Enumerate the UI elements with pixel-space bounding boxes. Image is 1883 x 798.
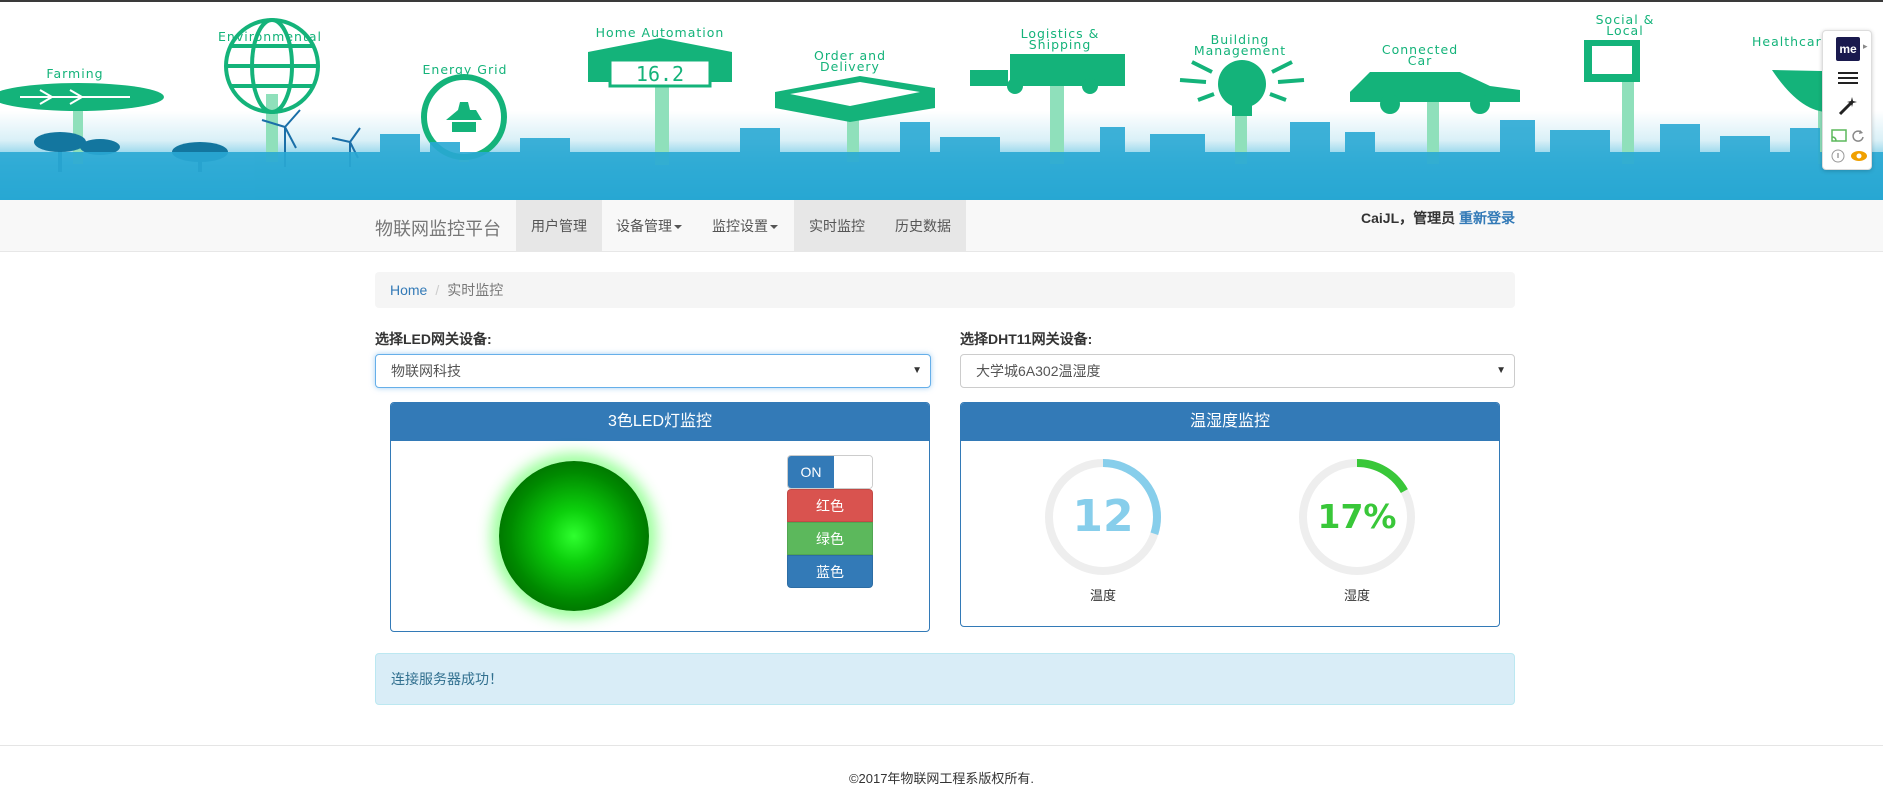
nav-item-user-management[interactable]: 用户管理 xyxy=(516,200,602,252)
user-info: CaiJL，管理员 重新登录 xyxy=(1361,208,1515,228)
temp-humidity-panel: 温湿度监控 12 温度 17% 湿度 xyxy=(960,402,1500,627)
humidity-gauge: 17% xyxy=(1297,457,1417,577)
led-device-select[interactable]: 物联网科技 ▼ xyxy=(375,354,931,388)
me-logo-icon[interactable]: me xyxy=(1836,37,1860,61)
nav-item-history-data[interactable]: 历史数据 xyxy=(880,200,966,252)
nav-item-label: 监控设置 xyxy=(712,218,768,234)
banner-label-farming: Farming xyxy=(46,66,104,81)
breadcrumb: Home / 实时监控 xyxy=(375,272,1515,308)
switch-handle[interactable] xyxy=(834,456,872,488)
header-banner: 16.2 Farming Environmental Energy Grid H… xyxy=(0,0,1883,200)
expand-arrow-icon[interactable]: ▸ xyxy=(1863,41,1868,52)
nav-item-label: 用户管理 xyxy=(531,218,587,234)
menu-icon[interactable] xyxy=(1837,69,1859,87)
connection-status-alert: 连接服务器成功！ xyxy=(375,653,1515,705)
led-power-switch[interactable]: ON xyxy=(787,455,873,489)
caret-down-icon xyxy=(674,225,682,230)
temperature-gauge: 12 xyxy=(1043,457,1163,577)
top-navbar: 物联网监控平台 用户管理 设备管理 监控设置 实时监控 历史数据 CaiJL，管… xyxy=(0,200,1883,252)
city-skyline xyxy=(0,120,1883,200)
led-device-label: 选择LED网关设备: xyxy=(375,331,492,347)
cast-icon[interactable] xyxy=(1831,129,1847,143)
breadcrumb-home-link[interactable]: Home xyxy=(390,282,427,298)
led-device-selected-value: 物联网科技 xyxy=(391,363,461,379)
nav-item-device-management[interactable]: 设备管理 xyxy=(602,200,696,252)
banner-label-social-local: Social & Local xyxy=(1595,12,1655,38)
select-arrow-icon: ▼ xyxy=(1496,365,1506,376)
footer-divider xyxy=(0,745,1883,746)
home-display-reading: 16.2 xyxy=(636,62,684,86)
eye-icon[interactable] xyxy=(1850,149,1868,163)
browser-extension-widget: me ▸ xyxy=(1822,30,1872,170)
temperature-label: 温度 xyxy=(1089,588,1116,603)
order-delivery-icon xyxy=(775,76,935,122)
nav-item-label: 实时监控 xyxy=(809,218,865,234)
humidity-value: 17% xyxy=(1317,497,1397,536)
temperature-value: 12 xyxy=(1072,491,1134,542)
green-button[interactable]: 绿色 xyxy=(787,522,873,555)
banner-label-building-management: Building Management xyxy=(1193,32,1287,58)
banner-label-home-automation: Home Automation xyxy=(595,25,725,40)
dht-device-select[interactable]: 大学城6A302温湿度 ▼ xyxy=(960,354,1515,388)
switch-on-label: ON xyxy=(788,456,834,488)
magic-wand-icon[interactable] xyxy=(1837,95,1859,117)
truck-icon xyxy=(970,54,1125,94)
social-local-icon xyxy=(1584,40,1640,82)
nav-item-monitor-settings[interactable]: 监控设置 xyxy=(696,200,794,252)
led-monitor-panel: 3色LED灯监控 ON 红色 绿色 蓝色 xyxy=(390,402,930,632)
nav-item-realtime-monitor[interactable]: 实时监控 xyxy=(794,200,880,252)
home-automation-icon: 16.2 xyxy=(588,38,732,88)
user-name-role: CaiJL，管理员 xyxy=(1361,210,1456,226)
select-arrow-icon: ▼ xyxy=(912,365,922,376)
nav-item-label: 设备管理 xyxy=(616,218,672,234)
humidity-label: 湿度 xyxy=(1343,588,1370,603)
brand-title[interactable]: 物联网监控平台 xyxy=(375,215,501,241)
banner-label-connected-car: Connected Car xyxy=(1381,42,1459,68)
refresh-icon[interactable] xyxy=(1851,129,1865,143)
dht-device-label: 选择DHT11网关设备: xyxy=(960,331,1093,347)
footer-copyright: ©2017年物联网工程系版权所有. xyxy=(848,771,1035,786)
dht-device-selected-value: 大学城6A302温湿度 xyxy=(976,363,1101,379)
info-icon[interactable] xyxy=(1831,149,1845,163)
banner-label-environmental: Environmental xyxy=(218,29,322,44)
lightbulb-icon xyxy=(1179,60,1305,116)
led-bulb-indicator xyxy=(499,461,649,611)
red-button[interactable]: 红色 xyxy=(787,489,873,522)
banner-label-energy-grid: Energy Grid xyxy=(422,62,508,77)
blue-button[interactable]: 蓝色 xyxy=(787,555,873,588)
caret-down-icon xyxy=(770,225,778,230)
breadcrumb-current: 实时监控 xyxy=(447,282,504,298)
relogin-link[interactable]: 重新登录 xyxy=(1459,210,1515,226)
banner-label-logistics: Logistics & Shipping xyxy=(1020,26,1100,52)
banner-label-order-delivery: Order and Delivery xyxy=(813,48,886,74)
breadcrumb-separator: / xyxy=(435,282,440,298)
nav-item-label: 历史数据 xyxy=(895,218,951,234)
